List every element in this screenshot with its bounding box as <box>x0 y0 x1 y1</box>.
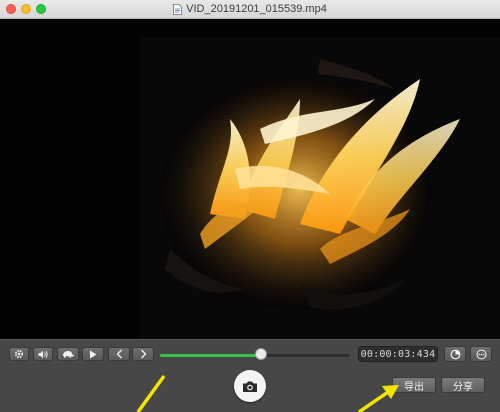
video-frame[interactable] <box>0 19 500 339</box>
snapshot-button[interactable] <box>234 370 266 402</box>
window-title: VID_20191201_015539.mp4 <box>186 3 327 15</box>
volume-button[interactable] <box>33 347 53 361</box>
play-icon <box>90 350 97 358</box>
gear-icon <box>14 349 24 359</box>
camera-icon <box>243 381 257 392</box>
play-button[interactable] <box>82 347 104 361</box>
window-titlebar: VID_20191201_015539.mp4 <box>0 0 500 19</box>
speaker-icon <box>38 350 48 358</box>
rotate-icon <box>450 349 460 359</box>
playback-speed-button[interactable] <box>57 347 79 361</box>
seek-progress <box>160 354 261 357</box>
previous-frame-button[interactable] <box>108 347 130 361</box>
window-title-group: VID_20191201_015539.mp4 <box>0 1 500 17</box>
document-icon <box>173 3 183 15</box>
timecode-display: 00:00:03:434 <box>358 346 438 362</box>
more-options-button[interactable] <box>470 346 492 362</box>
chevron-left-icon <box>116 349 122 359</box>
rotate-button[interactable] <box>444 346 466 362</box>
video-image <box>0 19 500 339</box>
turtle-icon <box>63 351 75 358</box>
share-button[interactable]: 分享 <box>441 377 485 393</box>
export-button[interactable]: 导出 <box>392 377 436 393</box>
chevron-right-icon <box>140 349 146 359</box>
seek-handle[interactable] <box>254 348 267 360</box>
player-controls: 00:00:03:434 导出 分享 <box>0 339 500 412</box>
ellipsis-icon <box>476 349 486 359</box>
settings-button[interactable] <box>9 347 29 361</box>
next-frame-button[interactable] <box>132 347 154 361</box>
